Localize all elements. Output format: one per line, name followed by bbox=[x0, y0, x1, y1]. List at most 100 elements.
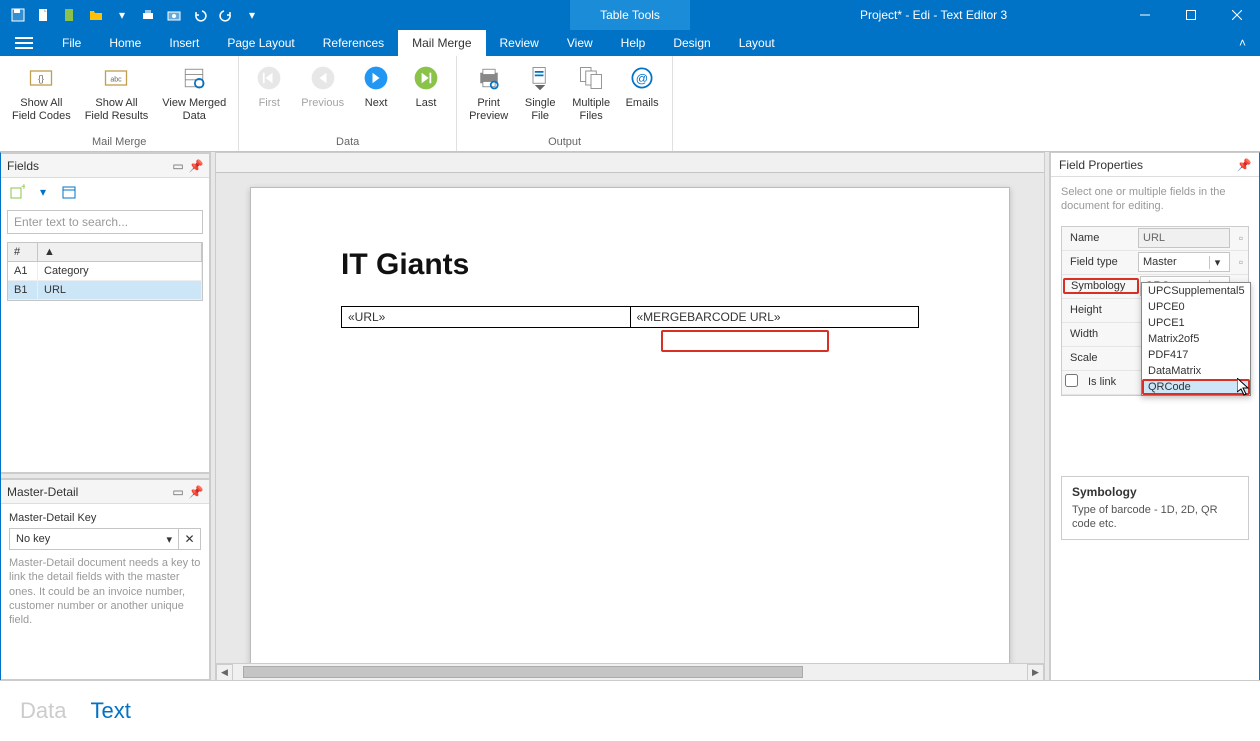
merge-cell-url[interactable]: «URL» bbox=[342, 307, 631, 328]
fields-row-b1[interactable]: B1 URL bbox=[8, 281, 202, 300]
dd-item-datamatrix[interactable]: DataMatrix bbox=[1142, 363, 1250, 379]
app-menu-button[interactable] bbox=[0, 30, 48, 56]
calendar-icon[interactable] bbox=[59, 182, 79, 202]
dd-item-pdf417[interactable]: PDF417 bbox=[1142, 347, 1250, 363]
print-preview-button[interactable]: Print Preview bbox=[463, 60, 514, 125]
next-button[interactable]: Next bbox=[352, 60, 400, 112]
horizontal-scrollbar[interactable]: ◀ ▶ bbox=[216, 663, 1044, 680]
grid-header-sort-icon[interactable]: ▲ bbox=[38, 243, 202, 261]
tab-view[interactable]: View bbox=[553, 30, 607, 56]
ribbon-group-output: Print Preview Single File Multiple Files… bbox=[457, 56, 673, 151]
master-detail-header: Master-Detail ▭ 📌 bbox=[1, 480, 209, 504]
panel-window-icon[interactable]: ▭ bbox=[171, 159, 185, 173]
show-all-field-codes-button[interactable]: {} Show All Field Codes bbox=[6, 60, 77, 125]
view-merged-data-button[interactable]: View Merged Data bbox=[156, 60, 232, 125]
horizontal-ruler[interactable] bbox=[216, 153, 1044, 173]
ribbon: {} Show All Field Codes abc Show All Fie… bbox=[0, 56, 1260, 152]
first-button: First bbox=[245, 60, 293, 112]
bottom-view-tabs: Data Text bbox=[0, 681, 1260, 741]
svg-text:@: @ bbox=[636, 71, 648, 85]
panel-pin-icon[interactable]: 📌 bbox=[189, 485, 203, 499]
last-icon bbox=[410, 62, 442, 94]
tab-file[interactable]: File bbox=[48, 30, 95, 56]
add-field-icon[interactable]: + bbox=[7, 182, 27, 202]
ribbon-group-label: Output bbox=[457, 136, 672, 151]
emails-button[interactable]: @ Emails bbox=[618, 60, 666, 112]
qat-redo-icon[interactable] bbox=[214, 3, 238, 27]
window-controls bbox=[1122, 0, 1260, 30]
ribbon-group-label: Data bbox=[239, 136, 456, 151]
qat-new-project-icon[interactable] bbox=[58, 3, 82, 27]
previous-icon bbox=[307, 62, 339, 94]
master-detail-clear-button[interactable]: ✕ bbox=[179, 528, 201, 550]
qat-print-icon[interactable] bbox=[136, 3, 160, 27]
tab-mail-merge[interactable]: Mail Merge bbox=[398, 30, 485, 56]
close-button[interactable] bbox=[1214, 0, 1260, 30]
show-all-field-results-button[interactable]: abc Show All Field Results bbox=[79, 60, 155, 125]
ribbon-collapse-button[interactable]: ˄ bbox=[1225, 30, 1260, 56]
symbology-dropdown-list: UPCSupplemental5 UPCE0 UPCE1 Matrix2of5 … bbox=[1141, 282, 1251, 396]
prop-reset-icon[interactable]: ▫ bbox=[1234, 231, 1248, 245]
panel-pin-icon[interactable]: 📌 bbox=[1237, 158, 1251, 172]
tab-page-layout[interactable]: Page Layout bbox=[213, 30, 308, 56]
qat-undo-icon[interactable] bbox=[188, 3, 212, 27]
prop-name-value: URL bbox=[1138, 228, 1230, 248]
field-properties-panel: Field Properties 📌 Select one or multipl… bbox=[1050, 152, 1260, 680]
prop-islink-label: Is link bbox=[1080, 376, 1116, 388]
tab-review[interactable]: Review bbox=[486, 30, 553, 56]
print-preview-icon bbox=[473, 62, 505, 94]
merge-cell-barcode[interactable]: «MERGEBARCODE URL» bbox=[630, 307, 919, 328]
next-icon bbox=[360, 62, 392, 94]
grid-header-id[interactable]: # bbox=[8, 243, 38, 261]
qat-open-icon[interactable] bbox=[84, 3, 108, 27]
minimize-button[interactable] bbox=[1122, 0, 1168, 30]
tab-home[interactable]: Home bbox=[95, 30, 155, 56]
qat-new-icon[interactable] bbox=[32, 3, 56, 27]
tab-help[interactable]: Help bbox=[607, 30, 660, 56]
tab-insert[interactable]: Insert bbox=[155, 30, 213, 56]
tab-references[interactable]: References bbox=[309, 30, 398, 56]
prop-height-label: Height bbox=[1062, 304, 1138, 316]
document-scroll-area[interactable]: IT Giants «URL» «MERGEBARCODE URL» bbox=[216, 173, 1044, 663]
fields-search-input[interactable]: Enter text to search... bbox=[7, 210, 203, 234]
dd-item-upce1[interactable]: UPCE1 bbox=[1142, 315, 1250, 331]
first-icon bbox=[253, 62, 285, 94]
field-properties-help: Select one or multiple fields in the doc… bbox=[1051, 177, 1259, 222]
chevron-down-icon[interactable]: ▾ bbox=[1209, 256, 1225, 269]
last-button[interactable]: Last bbox=[402, 60, 450, 112]
bottom-tab-data[interactable]: Data bbox=[20, 698, 66, 724]
fields-toolbar: + ▾ bbox=[1, 178, 209, 206]
dd-item-upce0[interactable]: UPCE0 bbox=[1142, 299, 1250, 315]
prop-fieldtype-select[interactable]: Master▾ bbox=[1138, 252, 1230, 272]
contextual-tab-table-tools: Table Tools bbox=[570, 0, 690, 30]
qat-customize-dropdown-icon[interactable]: ▾ bbox=[240, 3, 264, 27]
fields-panel-title: Fields bbox=[7, 159, 171, 173]
prop-reset-icon[interactable]: ▫ bbox=[1234, 255, 1248, 269]
main-area: Fields ▭ 📌 + ▾ Enter text to search... #… bbox=[0, 152, 1260, 681]
scroll-right-icon[interactable]: ▶ bbox=[1027, 664, 1044, 681]
prop-symbology-label: Symbology bbox=[1063, 278, 1139, 294]
multiple-files-button[interactable]: Multiple Files bbox=[566, 60, 616, 125]
scroll-left-icon[interactable]: ◀ bbox=[216, 664, 233, 681]
dd-item-qrcode[interactable]: QRCode bbox=[1142, 379, 1250, 395]
tab-layout[interactable]: Layout bbox=[725, 30, 789, 56]
dd-item-upcsupplemental5[interactable]: UPCSupplemental5 bbox=[1142, 283, 1250, 299]
qat-save-icon[interactable] bbox=[6, 3, 30, 27]
maximize-button[interactable] bbox=[1168, 0, 1214, 30]
svg-text:+: + bbox=[21, 184, 25, 193]
panel-window-icon[interactable]: ▭ bbox=[171, 485, 185, 499]
qat-snapshot-icon[interactable] bbox=[162, 3, 186, 27]
prop-fieldtype-label: Field type bbox=[1062, 256, 1138, 268]
master-detail-key-select[interactable]: No key▾ bbox=[9, 528, 179, 550]
dd-item-matrix2of5[interactable]: Matrix2of5 bbox=[1142, 331, 1250, 347]
field-dropdown-icon[interactable]: ▾ bbox=[33, 182, 53, 202]
merge-table[interactable]: «URL» «MERGEBARCODE URL» bbox=[341, 306, 919, 328]
single-file-button[interactable]: Single File bbox=[516, 60, 564, 125]
panel-pin-icon[interactable]: 📌 bbox=[189, 159, 203, 173]
prop-islink-checkbox[interactable] bbox=[1065, 374, 1078, 387]
bottom-tab-text[interactable]: Text bbox=[90, 698, 130, 724]
fields-row-a1[interactable]: A1 Category bbox=[8, 262, 202, 281]
quick-access-toolbar: ▾ ▾ bbox=[0, 3, 264, 27]
tab-design[interactable]: Design bbox=[659, 30, 724, 56]
qat-dropdown-icon[interactable]: ▾ bbox=[110, 3, 134, 27]
